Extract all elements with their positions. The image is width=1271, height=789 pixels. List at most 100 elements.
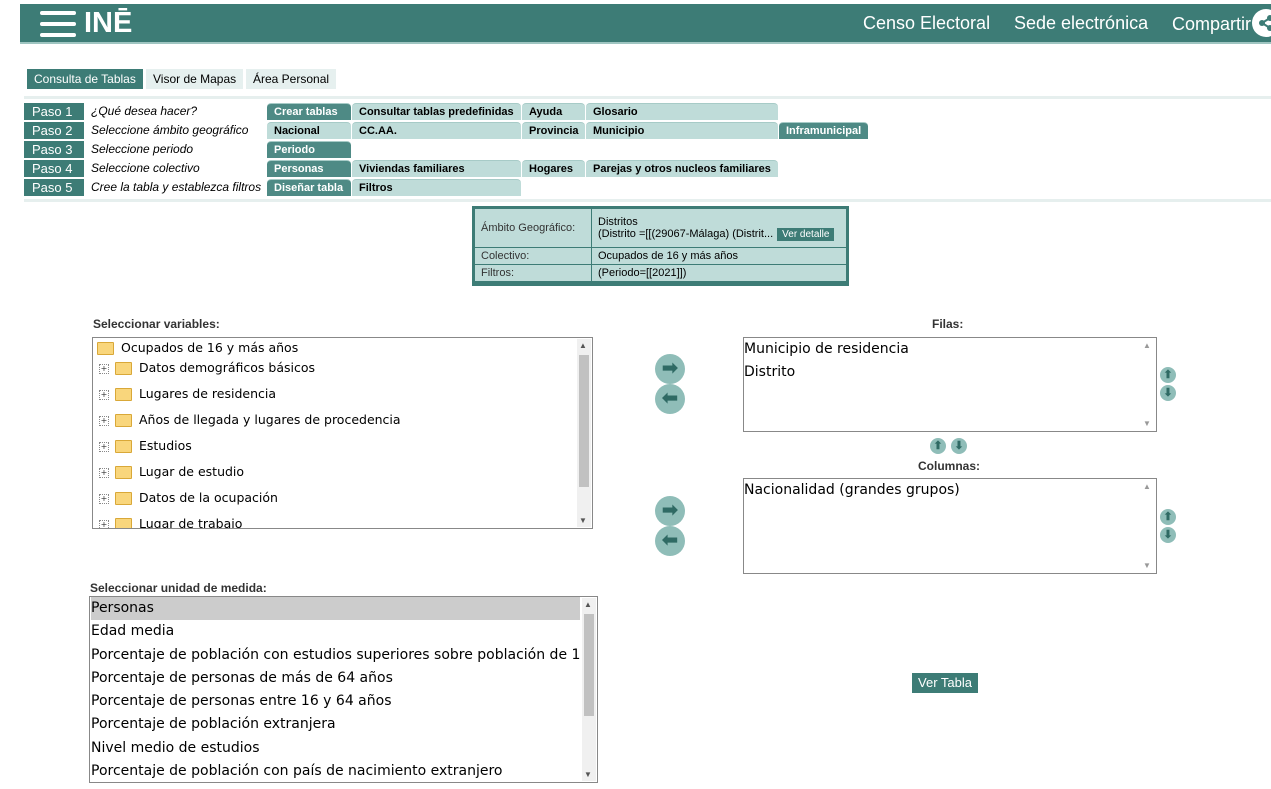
- scroll-down-icon[interactable]: ▼: [1143, 419, 1151, 428]
- ambito-value-line2: (Distrito =[[(29067-Málaga) (Distrit...: [598, 227, 774, 240]
- link-sede-electronica[interactable]: Sede electrónica: [1014, 13, 1148, 34]
- list-item[interactable]: Municipio de residencia: [744, 341, 909, 357]
- scroll-down-icon[interactable]: ▼: [1143, 561, 1151, 570]
- expand-icon[interactable]: +: [99, 468, 109, 478]
- move-up-icon[interactable]: ⬆: [1160, 367, 1176, 383]
- top-header: INĒ Censo Electoral Sede electrónica Com…: [20, 4, 1271, 44]
- ver-detalle-button[interactable]: Ver detalle: [777, 227, 835, 241]
- list-item[interactable]: Edad media: [91, 620, 580, 643]
- move-down-icon[interactable]: ⬇: [1160, 385, 1176, 401]
- tab-area-personal[interactable]: Área Personal: [246, 69, 337, 89]
- list-item[interactable]: Distrito: [744, 364, 795, 380]
- expand-icon[interactable]: +: [99, 520, 109, 528]
- tree-item-label: Lugares de residencia: [139, 386, 276, 401]
- expand-icon[interactable]: +: [99, 442, 109, 452]
- ccaa-button[interactable]: CC.AA.: [352, 122, 521, 139]
- step-2-desc: Seleccione ámbito geográfico: [91, 123, 249, 137]
- move-right-arrow-icon[interactable]: ➡: [655, 496, 685, 526]
- hogares-button[interactable]: Hogares: [522, 160, 585, 177]
- step-2-label: Paso 2: [24, 122, 84, 139]
- list-item[interactable]: Porcentaje de población con país de naci…: [91, 760, 580, 782]
- move-right-arrow-icon[interactable]: ➡: [655, 354, 685, 384]
- personas-button[interactable]: Personas: [267, 160, 351, 177]
- disenar-tabla-button[interactable]: Diseñar tabla: [267, 179, 351, 196]
- viviendas-familiares-button[interactable]: Viviendas familiares: [352, 160, 521, 177]
- unidad-list[interactable]: Personas Edad media Porcentaje de poblac…: [89, 596, 598, 783]
- municipio-button[interactable]: Municipio: [586, 122, 778, 139]
- scroll-down-icon[interactable]: ▼: [584, 770, 592, 779]
- move-down-icon[interactable]: ⬇: [1160, 527, 1176, 543]
- link-compartir[interactable]: Compartir: [1172, 14, 1251, 35]
- share-icon[interactable]: [1252, 9, 1271, 37]
- scroll-thumb[interactable]: [584, 614, 594, 716]
- list-item[interactable]: Porcentaje de población extranjera: [91, 713, 580, 736]
- folder-icon: [115, 440, 132, 453]
- list-item[interactable]: Nivel medio de estudios: [91, 737, 580, 760]
- menu-icon[interactable]: [40, 11, 76, 37]
- scroll-down-icon[interactable]: ▼: [579, 516, 587, 525]
- link-censo-electoral[interactable]: Censo Electoral: [863, 13, 990, 34]
- list-item-selected[interactable]: Personas: [91, 597, 580, 620]
- glosario-button[interactable]: Glosario: [586, 103, 778, 120]
- crear-tablas-button[interactable]: Crear tablas: [267, 103, 351, 120]
- swap-down-icon[interactable]: ⬇: [951, 438, 967, 454]
- list-item[interactable]: Porcentaje de población con estudios sup…: [91, 644, 580, 667]
- scroll-up-icon[interactable]: ▲: [1143, 482, 1151, 491]
- variables-scrollbar[interactable]: ▲ ▼: [577, 339, 591, 527]
- colectivo-label: Colectivo:: [474, 247, 592, 265]
- selection-summary: Ámbito Geográfico: Distritos (Distrito =…: [472, 206, 849, 286]
- ayuda-button[interactable]: Ayuda: [522, 103, 585, 120]
- list-item[interactable]: Porcentaje de personas de más de 64 años: [91, 667, 580, 690]
- folder-icon: [115, 466, 132, 479]
- filas-label: Filas:: [932, 317, 964, 331]
- step-1-label: Paso 1: [24, 103, 84, 120]
- ver-tabla-button[interactable]: Ver Tabla: [912, 673, 978, 693]
- ine-logo[interactable]: INĒ: [84, 7, 132, 40]
- unidad-scrollbar[interactable]: ▲ ▼: [582, 598, 596, 781]
- tree-item-label: Datos demográficos básicos: [139, 360, 315, 375]
- swap-up-icon[interactable]: ⬆: [930, 438, 946, 454]
- columnas-label: Columnas:: [918, 459, 981, 473]
- columnas-list[interactable]: Nacionalidad (grandes grupos) ▲ ▼: [743, 478, 1157, 574]
- inframunicipal-button[interactable]: Inframunicipal: [779, 122, 868, 139]
- folder-icon: [115, 362, 132, 375]
- expand-icon[interactable]: +: [99, 494, 109, 504]
- step-4-label: Paso 4: [24, 160, 84, 177]
- parejas-button[interactable]: Parejas y otros nucleos familiares: [586, 160, 778, 177]
- variables-label: Seleccionar variables:: [93, 317, 220, 331]
- expand-icon[interactable]: +: [99, 390, 109, 400]
- expand-icon[interactable]: +: [99, 364, 109, 374]
- list-item[interactable]: Porcentaje de personas entre 16 y 64 año…: [91, 690, 580, 713]
- step-3-label: Paso 3: [24, 141, 84, 158]
- scroll-thumb[interactable]: [579, 355, 589, 487]
- tree-root-label: Ocupados de 16 y más años: [121, 340, 299, 355]
- periodo-button[interactable]: Periodo: [267, 141, 351, 158]
- filas-list[interactable]: Municipio de residencia Distrito ▲ ▼: [743, 337, 1157, 432]
- columnas-scrollbar[interactable]: ▲ ▼: [1141, 480, 1155, 572]
- provincia-button[interactable]: Provincia: [522, 122, 585, 139]
- consultar-tablas-predefinidas-button[interactable]: Consultar tablas predefinidas: [352, 103, 521, 120]
- move-left-arrow-icon[interactable]: ⬅: [655, 526, 685, 556]
- filtros-button[interactable]: Filtros: [352, 179, 521, 196]
- scroll-up-icon[interactable]: ▲: [584, 600, 592, 609]
- folder-icon: [115, 414, 132, 427]
- tree-item-label: Estudios: [139, 438, 192, 453]
- move-left-arrow-icon[interactable]: ⬅: [655, 384, 685, 414]
- colectivo-value: Ocupados de 16 y más años: [591, 247, 847, 265]
- filas-scrollbar[interactable]: ▲ ▼: [1141, 339, 1155, 430]
- list-item[interactable]: Nacionalidad (grandes grupos): [744, 482, 960, 498]
- step-3-desc: Seleccione periodo: [91, 142, 194, 156]
- scroll-up-icon[interactable]: ▲: [1143, 341, 1151, 350]
- scroll-up-icon[interactable]: ▲: [579, 341, 587, 350]
- expand-icon[interactable]: +: [99, 416, 109, 426]
- move-up-icon[interactable]: ⬆: [1160, 509, 1176, 525]
- divider: [24, 199, 1271, 202]
- tab-visor-de-mapas[interactable]: Visor de Mapas: [146, 69, 244, 89]
- nacional-button[interactable]: Nacional: [267, 122, 351, 139]
- ambito-value-line1: Distritos: [598, 215, 638, 228]
- divider: [24, 96, 1271, 99]
- step-5-desc: Cree la tabla y establezca filtros: [91, 180, 262, 194]
- tab-consulta-de-tablas[interactable]: Consulta de Tablas: [27, 69, 143, 89]
- unidad-label: Seleccionar unidad de medida:: [90, 581, 267, 595]
- variables-tree[interactable]: Ocupados de 16 y más años + Datos demogr…: [92, 337, 593, 529]
